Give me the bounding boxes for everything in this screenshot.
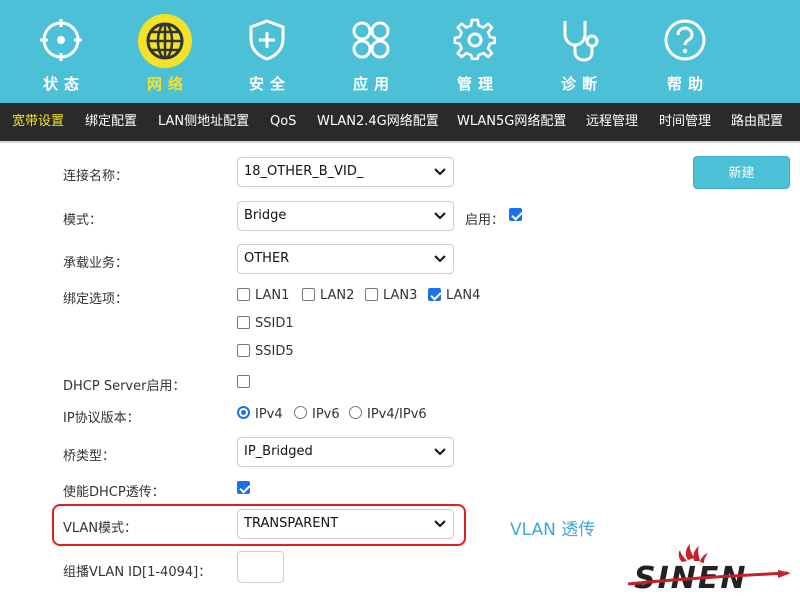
lan1-label: LAN1 (255, 288, 290, 303)
status-target-icon (39, 18, 83, 62)
enable-label: 启用： (465, 213, 505, 228)
top-nav-bar: 状态 网络 安全 应用 管理 诊断 帮助 (0, 0, 800, 103)
bridge-type-label: 桥类型： (63, 449, 116, 464)
lan4-checkbox[interactable] (428, 288, 441, 301)
enable-checkbox[interactable] (509, 208, 522, 221)
nav-item-apps[interactable]: 应用 (326, 0, 416, 103)
globe-icon (138, 14, 192, 68)
vlan-annotation: VLAN 透传 (510, 520, 596, 540)
lan4-label: LAN4 (446, 288, 481, 303)
lan2-label: LAN2 (320, 288, 355, 303)
connection-name-label: 连接名称： (63, 169, 129, 184)
ipv6-radio[interactable] (294, 406, 307, 419)
chevron-down-icon (434, 168, 446, 176)
gear-icon (453, 18, 497, 62)
nav-label-security: 安全 (248, 75, 291, 93)
subnav-time[interactable]: 时间管理 (659, 103, 711, 141)
subnav-lan-address[interactable]: LAN侧地址配置 (158, 103, 249, 141)
nav-item-management[interactable]: 管理 (430, 0, 520, 103)
ssid1-label: SSID1 (255, 316, 294, 331)
ssid5-label: SSID5 (255, 344, 294, 359)
mode-value: Bridge (244, 208, 287, 223)
stethoscope-icon (557, 18, 601, 62)
new-button[interactable]: 新建 (693, 156, 790, 189)
lan2-checkbox[interactable] (302, 288, 315, 301)
lan3-label: LAN3 (383, 288, 418, 303)
shield-plus-icon (245, 18, 289, 62)
dhcp-passthrough-checkbox[interactable] (237, 481, 250, 494)
nav-label-management: 管理 (456, 75, 499, 93)
nav-label-apps: 应用 (352, 75, 395, 93)
apps-grid-icon (349, 18, 393, 62)
mode-label: 模式： (63, 213, 103, 228)
nav-label-status: 状态 (42, 75, 85, 93)
subnav-wlan24g[interactable]: WLAN2.4G网络配置 (317, 103, 439, 141)
nav-label-network: 网络 (146, 75, 189, 93)
connection-name-value: 18_OTHER_B_VID_ (244, 164, 364, 179)
multicast-vlan-label: 组播VLAN ID[1-4094]： (63, 565, 212, 580)
ipv6-label: IPv6 (312, 407, 340, 422)
connection-name-select[interactable]: 18_OTHER_B_VID_ (237, 157, 454, 187)
nav-item-security[interactable]: 安全 (222, 0, 312, 103)
ipv4-ipv6-label: IPv4/IPv6 (367, 407, 427, 422)
dhcp-server-checkbox[interactable] (237, 375, 250, 388)
bridge-type-select[interactable]: IP_Bridged (237, 437, 454, 467)
ssid5-checkbox[interactable] (237, 344, 250, 357)
mode-select[interactable]: Bridge (237, 201, 454, 231)
subnav-broadband[interactable]: 宽带设置 (12, 103, 64, 141)
dhcp-passthrough-label: 使能DHCP透传： (63, 485, 165, 500)
help-question-icon (663, 18, 707, 62)
vlan-mode-highlight-box (52, 504, 466, 546)
chevron-down-icon (434, 212, 446, 220)
nav-item-diagnose[interactable]: 诊断 (534, 0, 624, 103)
service-select[interactable]: OTHER (237, 244, 454, 274)
subnav-wlan5g[interactable]: WLAN5G网络配置 (457, 103, 566, 141)
nav-item-status[interactable]: 状态 (16, 0, 106, 103)
subnav-divider (0, 141, 800, 143)
lan3-checkbox[interactable] (365, 288, 378, 301)
ssid1-checkbox[interactable] (237, 316, 250, 329)
subnav-qos[interactable]: QoS (270, 103, 296, 141)
chevron-down-icon (434, 255, 446, 263)
subnav-binding[interactable]: 绑定配置 (85, 103, 137, 141)
subnav-remote[interactable]: 远程管理 (586, 103, 638, 141)
service-value: OTHER (244, 251, 290, 266)
chevron-down-icon (434, 448, 446, 456)
nav-label-diagnose: 诊断 (560, 75, 603, 93)
binding-label: 绑定选项： (63, 292, 129, 307)
service-label: 承载业务： (63, 256, 129, 271)
multicast-vlan-input[interactable] (237, 551, 284, 583)
nav-item-network[interactable]: 网络 (120, 0, 210, 103)
ip-version-label: IP协议版本： (63, 411, 140, 426)
lan1-checkbox[interactable] (237, 288, 250, 301)
ipv4-label: IPv4 (255, 407, 283, 422)
dhcp-server-label: DHCP Server启用： (63, 379, 186, 394)
nav-item-help[interactable]: 帮助 (640, 0, 730, 103)
sub-nav-bar: 宽带设置 绑定配置 LAN侧地址配置 QoS WLAN2.4G网络配置 WLAN… (0, 103, 800, 141)
nav-label-help: 帮助 (666, 75, 709, 93)
bridge-type-value: IP_Bridged (244, 444, 313, 459)
ipv4-radio[interactable] (237, 406, 250, 419)
subnav-route[interactable]: 路由配置 (731, 103, 783, 141)
ipv4-ipv6-radio[interactable] (349, 406, 362, 419)
sinen-logo: SINEN (627, 540, 796, 598)
